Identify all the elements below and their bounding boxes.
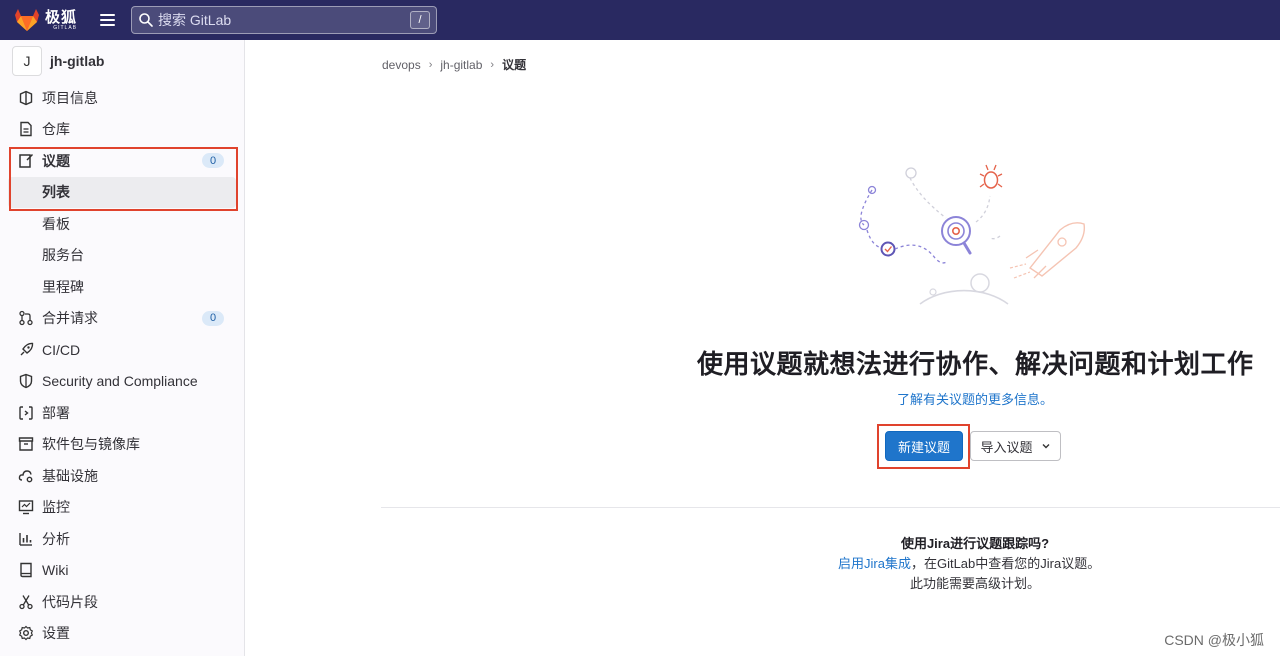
sidebar-item-label: 议题 (42, 152, 70, 169)
sidebar-item-issues[interactable]: 议题 0 (0, 145, 244, 177)
jira-section-title: 使用Jira进行议题跟踪吗? (900, 536, 1050, 551)
enable-jira-integration-link[interactable]: 启用Jira集成 (838, 556, 911, 571)
search-placeholder: 搜索 GitLab (158, 12, 232, 28)
merge-request-icon (18, 310, 34, 326)
sidebar-item-settings[interactable]: 设置 (0, 618, 244, 650)
sidebar-item-repository[interactable]: 仓库 (0, 114, 244, 146)
jira-description: 启用Jira集成，在GitLab中查看您的Jira议题。 (838, 553, 1100, 572)
snippet-icon (18, 594, 34, 610)
breadcrumb-item-current[interactable]: 议题 (502, 56, 526, 73)
sidebar-item-label: 合并请求 (42, 310, 98, 327)
sidebar-item-security[interactable]: Security and Compliance (0, 366, 244, 398)
sidebar-item-project-info[interactable]: 项目信息 (0, 82, 244, 114)
sidebar-item-label: 软件包与镜像库 (42, 436, 140, 453)
chevron-down-icon (1042, 444, 1049, 449)
monitor-icon (18, 499, 34, 515)
gitlab-logo[interactable]: 极狐 GITLAB (14, 0, 77, 40)
sidebar-item-label: 部署 (42, 404, 70, 421)
sidebar-item-label: 基础设施 (42, 467, 98, 484)
merge-requests-count-badge: 0 (202, 310, 224, 326)
new-issue-button[interactable]: 新建议题 (885, 431, 963, 461)
breadcrumb: devops › jh-gitlab › 议题 (382, 56, 526, 73)
sidebar-item-deployments[interactable]: 部署 (0, 397, 244, 429)
chevron-right-icon: › (490, 58, 495, 71)
empty-state-title: 使用议题就想法进行协作、解决问题和计划工作 (697, 349, 1254, 379)
sidebar-item-packages[interactable]: 软件包与镜像库 (0, 429, 244, 461)
cloud-gear-icon (18, 468, 34, 484)
sidebar-subitem-boards[interactable]: 看板 (0, 208, 244, 240)
sidebar-item-infrastructure[interactable]: 基础设施 (0, 460, 244, 492)
project-name: jh-gitlab (50, 53, 105, 69)
sidebar-item-label: CI/CD (42, 341, 81, 358)
sidebar-item-label: 设置 (42, 625, 70, 642)
project-avatar: J (12, 46, 42, 76)
project-info-icon (18, 90, 34, 106)
fox-logo-icon (15, 9, 39, 31)
shield-icon (18, 373, 34, 389)
sidebar-item-merge-requests[interactable]: 合并请求 0 (0, 303, 244, 335)
breadcrumb-item-project[interactable]: jh-gitlab (440, 58, 482, 72)
issues-count-badge: 0 (202, 153, 224, 168)
search-bar[interactable]: 搜索 GitLab / (131, 6, 438, 34)
logo-subtext: GITLAB (53, 24, 78, 31)
sidebar-subitem-list[interactable]: 列表 (8, 176, 236, 208)
import-issues-label: 导入议题 (980, 439, 1033, 455)
sidebar-item-label: 监控 (42, 499, 70, 516)
settings-icon (18, 625, 34, 641)
learn-more-link[interactable]: 了解有关议题的更多信息。 (897, 389, 1053, 408)
csdn-watermark: CSDN @极小狐 (1164, 632, 1264, 648)
jira-premium-note: 此功能需要高级计划。 (909, 576, 1040, 591)
sidebar-item-label: 项目信息 (42, 89, 98, 106)
repository-icon (18, 121, 34, 137)
sidebar-item-cicd[interactable]: CI/CD (0, 334, 244, 366)
search-shortcut-key: / (410, 11, 431, 29)
sidebar-subitem-service-desk[interactable]: 服务台 (0, 240, 244, 272)
jira-description-text: ，在GitLab中查看您的Jira议题。 (910, 556, 1101, 571)
section-divider (381, 507, 1280, 508)
breadcrumb-item-group[interactable]: devops (382, 58, 421, 72)
sidebar-item-label: 代码片段 (42, 593, 98, 610)
project-header[interactable]: J jh-gitlab (0, 40, 244, 82)
issues-icon (18, 153, 34, 169)
import-issues-dropdown[interactable]: 导入议题 (970, 431, 1061, 461)
sidebar-item-label: 仓库 (42, 121, 70, 138)
logo-text: 极狐 (45, 8, 78, 26)
search-icon (139, 13, 153, 27)
top-bar: 极狐 GITLAB 搜索 GitLab / (0, 0, 1280, 40)
deployments-icon (18, 405, 34, 421)
sidebar-item-label: Security and Compliance (42, 373, 198, 390)
issues-empty-illustration (858, 164, 1086, 305)
hamburger-menu-button[interactable] (93, 6, 121, 34)
sidebar-subitem-milestones[interactable]: 里程碑 (0, 271, 244, 303)
package-icon (18, 436, 34, 452)
sidebar: J jh-gitlab 项目信息 仓库 议题 0 列表 看板 服务台 里程碑 合… (0, 40, 245, 656)
chevron-right-icon: › (428, 58, 433, 71)
rocket-icon (18, 342, 34, 358)
sidebar-item-monitor[interactable]: 监控 (0, 492, 244, 524)
